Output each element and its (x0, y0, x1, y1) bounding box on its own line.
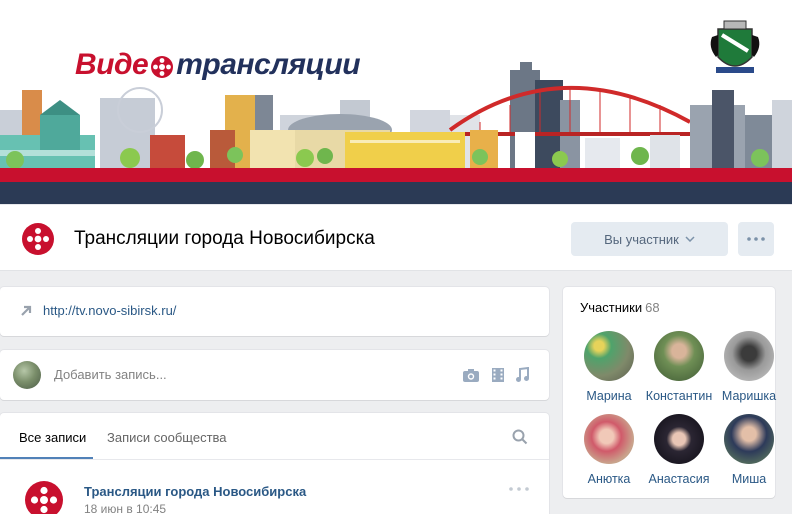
member-name: Миша (731, 472, 767, 486)
cover-stripe (0, 182, 792, 204)
more-dots-icon[interactable] (509, 487, 529, 491)
member-avatar (584, 414, 634, 464)
banner-title-part1: Виде (75, 48, 149, 81)
camera-icon[interactable] (461, 366, 481, 384)
divider (0, 459, 549, 460)
member-item[interactable]: Анютка (573, 414, 645, 492)
member-name: Константин (645, 389, 713, 403)
group-header: Трансляции города Новосибирска Вы участн… (0, 205, 792, 271)
more-dots-icon (747, 237, 765, 241)
more-actions-button[interactable] (738, 222, 774, 256)
members-label: Участники (580, 300, 643, 315)
film-reel-icon (151, 56, 174, 78)
members-count: 68 (645, 300, 660, 315)
search-icon[interactable] (512, 429, 528, 445)
member-avatar (724, 414, 774, 464)
member-avatar (654, 331, 704, 381)
member-avatar (724, 331, 774, 381)
group-website-link[interactable]: http://tv.novo-sibirsk.ru/ (43, 303, 176, 318)
membership-button[interactable]: Вы участник (571, 222, 728, 256)
member-item[interactable]: Миша (713, 414, 785, 492)
wall-feed: Все записи Записи сообщества Трансляции … (0, 413, 549, 514)
member-avatar (584, 331, 634, 381)
member-avatar (654, 414, 704, 464)
coat-of-arms-icon (710, 20, 760, 73)
link-arrow-icon (21, 305, 32, 316)
cover-stripe (0, 168, 792, 182)
member-name: Маришка (721, 389, 777, 403)
members-header[interactable]: Участники 68 (580, 300, 660, 315)
post-date[interactable]: 18 июн в 10:45 (84, 502, 166, 514)
member-name: Марина (586, 389, 632, 403)
member-item[interactable]: Маришка (713, 331, 785, 409)
post-author-avatar[interactable] (24, 480, 64, 514)
group-avatar[interactable] (21, 222, 55, 256)
video-icon[interactable] (488, 366, 508, 384)
group-title: Трансляции города Новосибирска (74, 228, 375, 249)
member-item[interactable]: Анастасия (643, 414, 715, 492)
member-item[interactable]: Марина (573, 331, 645, 409)
members-block: Участники 68 Марина Константин Маришка Ан… (563, 287, 776, 498)
group-cover: Виде трансляции (0, 0, 792, 205)
member-name: Анастасия (648, 472, 710, 486)
banner-title-part2: трансляции (176, 48, 361, 81)
post-author-name[interactable]: Трансляции города Новосибирска (84, 484, 306, 499)
membership-button-label: Вы участник (604, 231, 679, 247)
post-composer: Добавить запись... (0, 350, 549, 400)
member-item[interactable]: Константин (643, 331, 715, 409)
new-post-input[interactable]: Добавить запись... (54, 367, 167, 382)
banner-logo: Виде трансляции (75, 48, 361, 82)
music-icon[interactable] (512, 366, 532, 384)
chevron-down-icon (685, 236, 695, 242)
tab-community-posts[interactable]: Записи сообщества (107, 430, 227, 445)
member-name: Анютка (587, 472, 631, 486)
current-user-avatar[interactable] (13, 361, 41, 389)
group-link-block: http://tv.novo-sibirsk.ru/ (0, 287, 549, 336)
tab-all-posts[interactable]: Все записи (19, 430, 86, 445)
